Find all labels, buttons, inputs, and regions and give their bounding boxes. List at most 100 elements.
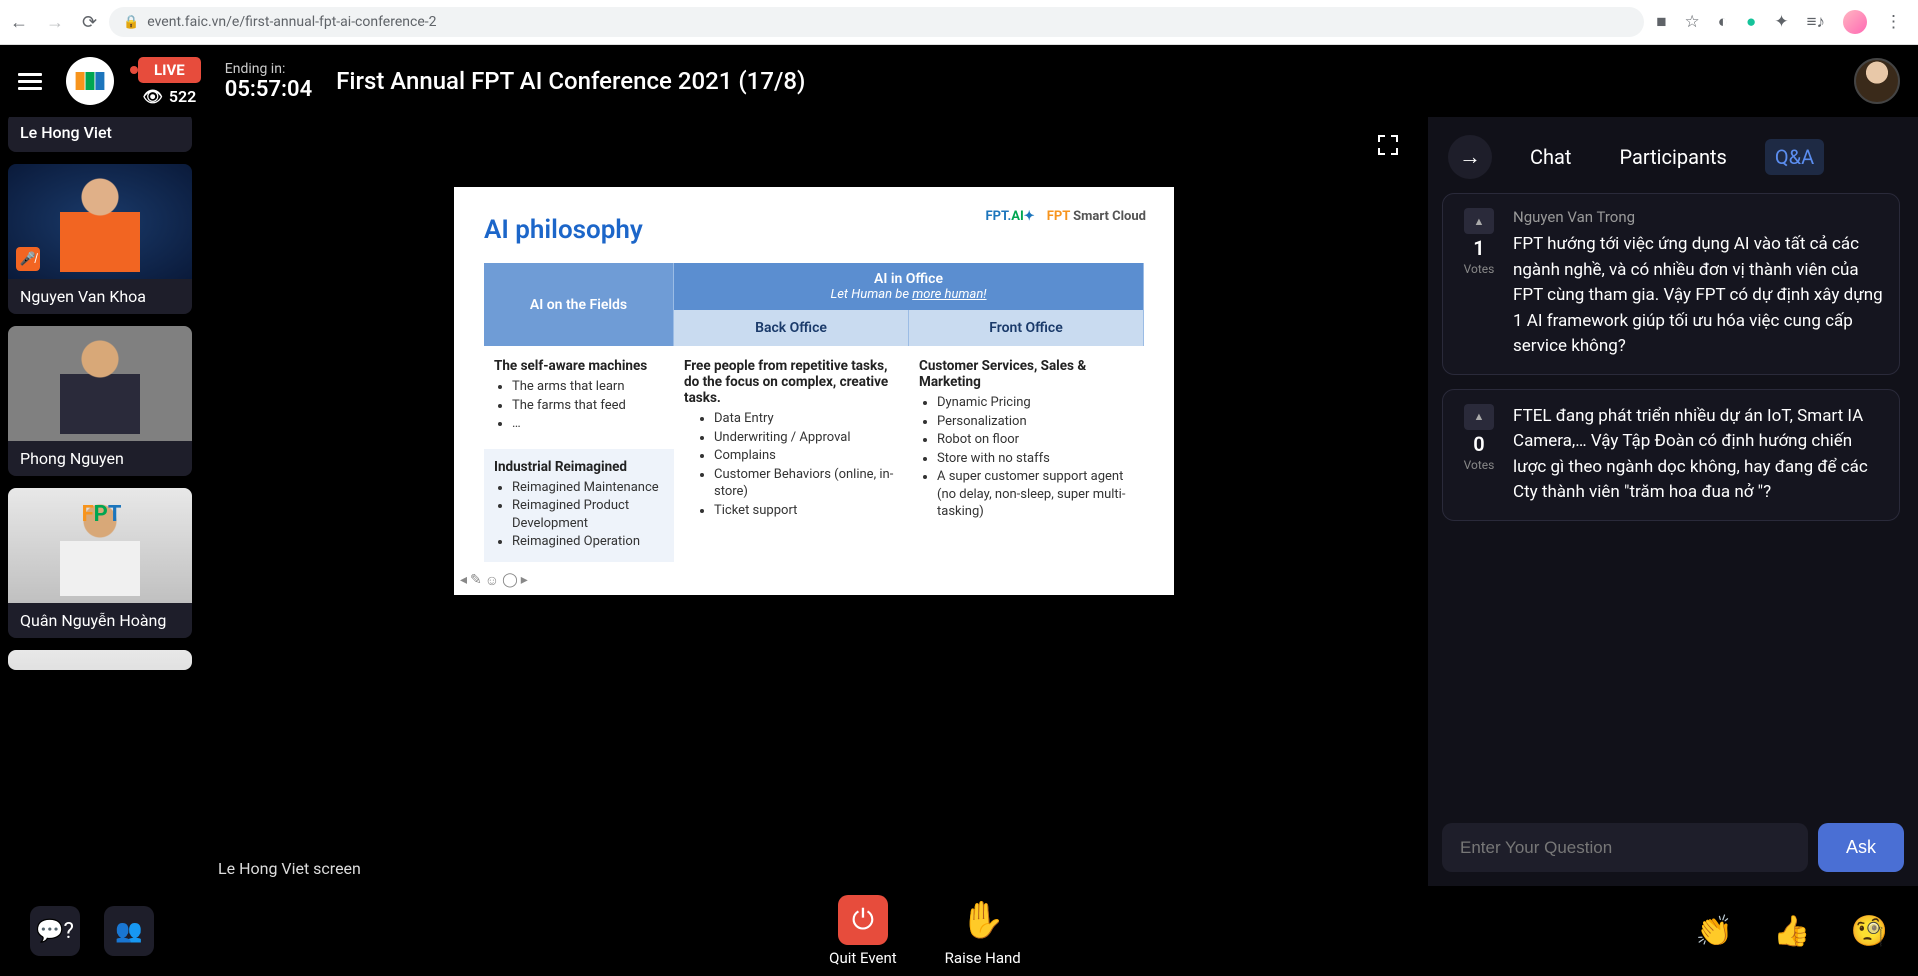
participant-card[interactable]: FPT Quân Nguyễn Hoàng xyxy=(8,488,192,638)
help-icon: 💬? xyxy=(30,906,80,956)
vote-column: ▲ 1 Votes xyxy=(1459,208,1499,360)
main-stage: FPT.AI✦ FPT Smart Cloud AI philosophy AI… xyxy=(200,117,1428,886)
countdown: Ending in: 05:57:04 xyxy=(225,61,312,102)
qa-text: FTEL đang phát triển nhiều dự án IoT, Sm… xyxy=(1513,404,1883,506)
reaction-thumbs-up-icon[interactable]: 👍 xyxy=(1773,914,1810,949)
video-icon[interactable]: ■⁢ xyxy=(1656,12,1666,32)
extension-privacy-icon[interactable]: ◐ xyxy=(1718,12,1728,32)
slide-prev-icon[interactable]: ◂ xyxy=(460,572,467,589)
quit-icon: ⏻ xyxy=(838,895,888,945)
slide-next-icon[interactable]: ▸ xyxy=(521,572,528,589)
profile-avatar[interactable] xyxy=(1843,10,1867,34)
reload-icon[interactable]: ⟳ xyxy=(82,12,97,33)
live-badge: LIVE xyxy=(138,57,201,83)
forward-icon[interactable]: → xyxy=(46,12,64,33)
tab-chat[interactable]: Chat xyxy=(1520,139,1581,175)
event-logo[interactable] xyxy=(66,57,114,105)
tab-qa[interactable]: Q&A xyxy=(1765,139,1824,175)
hamburger-menu[interactable] xyxy=(18,69,42,94)
participant-card[interactable]: 🎤̸ Nguyen Van Khoa xyxy=(8,164,192,314)
browser-toolbar: ← → ⟳ 🔒 event.faic.vn/e/first-annual-fpt… xyxy=(0,0,1918,45)
person-silhouette xyxy=(60,334,140,434)
address-bar[interactable]: 🔒 event.faic.vn/e/first-annual-fpt-ai-co… xyxy=(109,7,1644,37)
user-avatar[interactable] xyxy=(1854,58,1900,104)
participant-video: FPT xyxy=(8,488,192,603)
qa-text: FPT hướng tới việc ứng dụng AI vào tất c… xyxy=(1513,232,1883,360)
quit-label: Quit Event xyxy=(829,949,897,967)
participant-video: 🎤̸ xyxy=(8,164,192,279)
participant-name: Quân Nguyễn Hoàng xyxy=(8,603,192,638)
people-button[interactable]: 👥 xyxy=(104,906,154,956)
front-title: Customer Services, Sales & Marketing xyxy=(919,358,1134,390)
slide-unknown-icon[interactable]: ◯ xyxy=(502,572,518,589)
browser-nav: ← → ⟳ xyxy=(10,12,97,33)
countdown-label: Ending in: xyxy=(225,61,312,77)
quit-event-button[interactable]: ⏻ Quit Event xyxy=(829,895,897,967)
list-item: A super customer support agent (no delay… xyxy=(937,468,1134,521)
left-block2-list: Reimagined Maintenance Reimagined Produc… xyxy=(494,479,664,551)
participant-card[interactable]: Phong Nguyen xyxy=(8,326,192,476)
bottom-left: 💬? 👥 xyxy=(30,906,154,956)
office-header-title: AI in Office xyxy=(680,271,1137,287)
vote-label: Votes xyxy=(1464,262,1495,276)
vote-column: ▲ 0 Votes xyxy=(1459,404,1499,506)
qa-card: ▲ 1 Votes Nguyen Van Trong FPT hướng tới… xyxy=(1442,193,1900,375)
collapse-panel-icon[interactable]: → xyxy=(1448,135,1492,179)
raise-hand-icon: ✋ xyxy=(958,895,1008,945)
slide-pen-icon[interactable]: ✎ xyxy=(470,572,482,589)
bottom-toolbar: 💬? 👥 ⏻ Quit Event ✋ Raise Hand 👏 👍 🧐 xyxy=(0,886,1918,976)
viewer-count: 👁 522 xyxy=(143,87,197,106)
list-item: Customer Behaviors (online, in-store) xyxy=(714,466,899,501)
qa-list[interactable]: ▲ 1 Votes Nguyen Van Trong FPT hướng tới… xyxy=(1442,193,1904,809)
list-item: Reimagined Product Development xyxy=(512,497,664,532)
office-header-sub: Let Human be more human! xyxy=(680,287,1137,302)
bookmark-star-icon[interactable]: ☆ xyxy=(1685,12,1700,32)
url-text: event.faic.vn/e/first-annual-fpt-ai-conf… xyxy=(147,14,436,30)
list-item: Dynamic Pricing xyxy=(937,394,1134,412)
question-input[interactable] xyxy=(1442,823,1808,872)
fpt-ai-logo: FPT.AI✦ xyxy=(985,209,1034,224)
browser-menu-icon[interactable]: ⋮ xyxy=(1885,12,1902,32)
list-item: Reimagined Operation xyxy=(512,533,664,551)
list-item: The arms that learn xyxy=(512,378,664,396)
slide-left-column: The self-aware machines The arms that le… xyxy=(484,346,674,562)
upvote-button[interactable]: ▲ xyxy=(1464,208,1494,234)
list-item: Ticket support xyxy=(714,502,899,520)
raise-hand-button[interactable]: ✋ Raise Hand xyxy=(945,895,1021,967)
list-item: Store with no staffs xyxy=(937,450,1134,468)
back-icon[interactable]: ← xyxy=(10,12,28,33)
ask-button[interactable]: Ask xyxy=(1818,823,1904,872)
participants-sidebar[interactable]: Le Hong Viet 🎤̸ Nguyen Van Khoa Phong Ng… xyxy=(0,117,200,886)
person-silhouette xyxy=(60,172,140,272)
list-item: Personalization xyxy=(937,413,1134,431)
back-list: Data Entry Underwriting / Approval Compl… xyxy=(684,410,899,519)
upvote-button[interactable]: ▲ xyxy=(1464,404,1494,430)
fullscreen-icon[interactable] xyxy=(1376,133,1400,161)
help-button[interactable]: 💬? xyxy=(30,906,80,956)
participant-card[interactable] xyxy=(8,650,192,670)
live-status: LIVE 👁 522 xyxy=(138,57,201,106)
slide-back-column: Free people from repetitive tasks, do th… xyxy=(674,346,909,562)
eye-icon: 👁 xyxy=(143,87,163,106)
participant-name: Phong Nguyen xyxy=(8,441,192,476)
col-header-fields: AI on the Fields xyxy=(484,263,674,346)
col-header-office: AI in Office Let Human be more human! xyxy=(674,263,1144,310)
list-item: … xyxy=(512,415,664,433)
qa-input-row: Ask xyxy=(1442,823,1904,872)
col-header-back: Back Office xyxy=(674,310,909,346)
slide-nav-controls: ◂ ✎ ☺ ◯ ▸ xyxy=(460,572,528,589)
participant-video xyxy=(8,326,192,441)
extension-grammarly-icon[interactable]: ● xyxy=(1746,12,1756,32)
reaction-clap-icon[interactable]: 👏 xyxy=(1696,914,1733,949)
extensions-puzzle-icon[interactable]: ✦ xyxy=(1774,12,1788,32)
left-block1-list: The arms that learn The farms that feed … xyxy=(494,378,664,433)
reactions: 👏 👍 🧐 xyxy=(1696,914,1888,949)
readlist-icon[interactable]: ≡♪ xyxy=(1807,12,1825,32)
vote-label: Votes xyxy=(1464,458,1495,472)
back-title: Free people from repetitive tasks, do th… xyxy=(684,358,899,406)
slide-emoji-icon[interactable]: ☺ xyxy=(485,572,499,589)
reaction-thinking-icon[interactable]: 🧐 xyxy=(1851,914,1888,949)
tab-participants[interactable]: Participants xyxy=(1609,139,1736,175)
participant-name: Nguyen Van Khoa xyxy=(8,279,192,314)
qa-body: Nguyen Van Trong FPT hướng tới việc ứng … xyxy=(1513,208,1883,360)
